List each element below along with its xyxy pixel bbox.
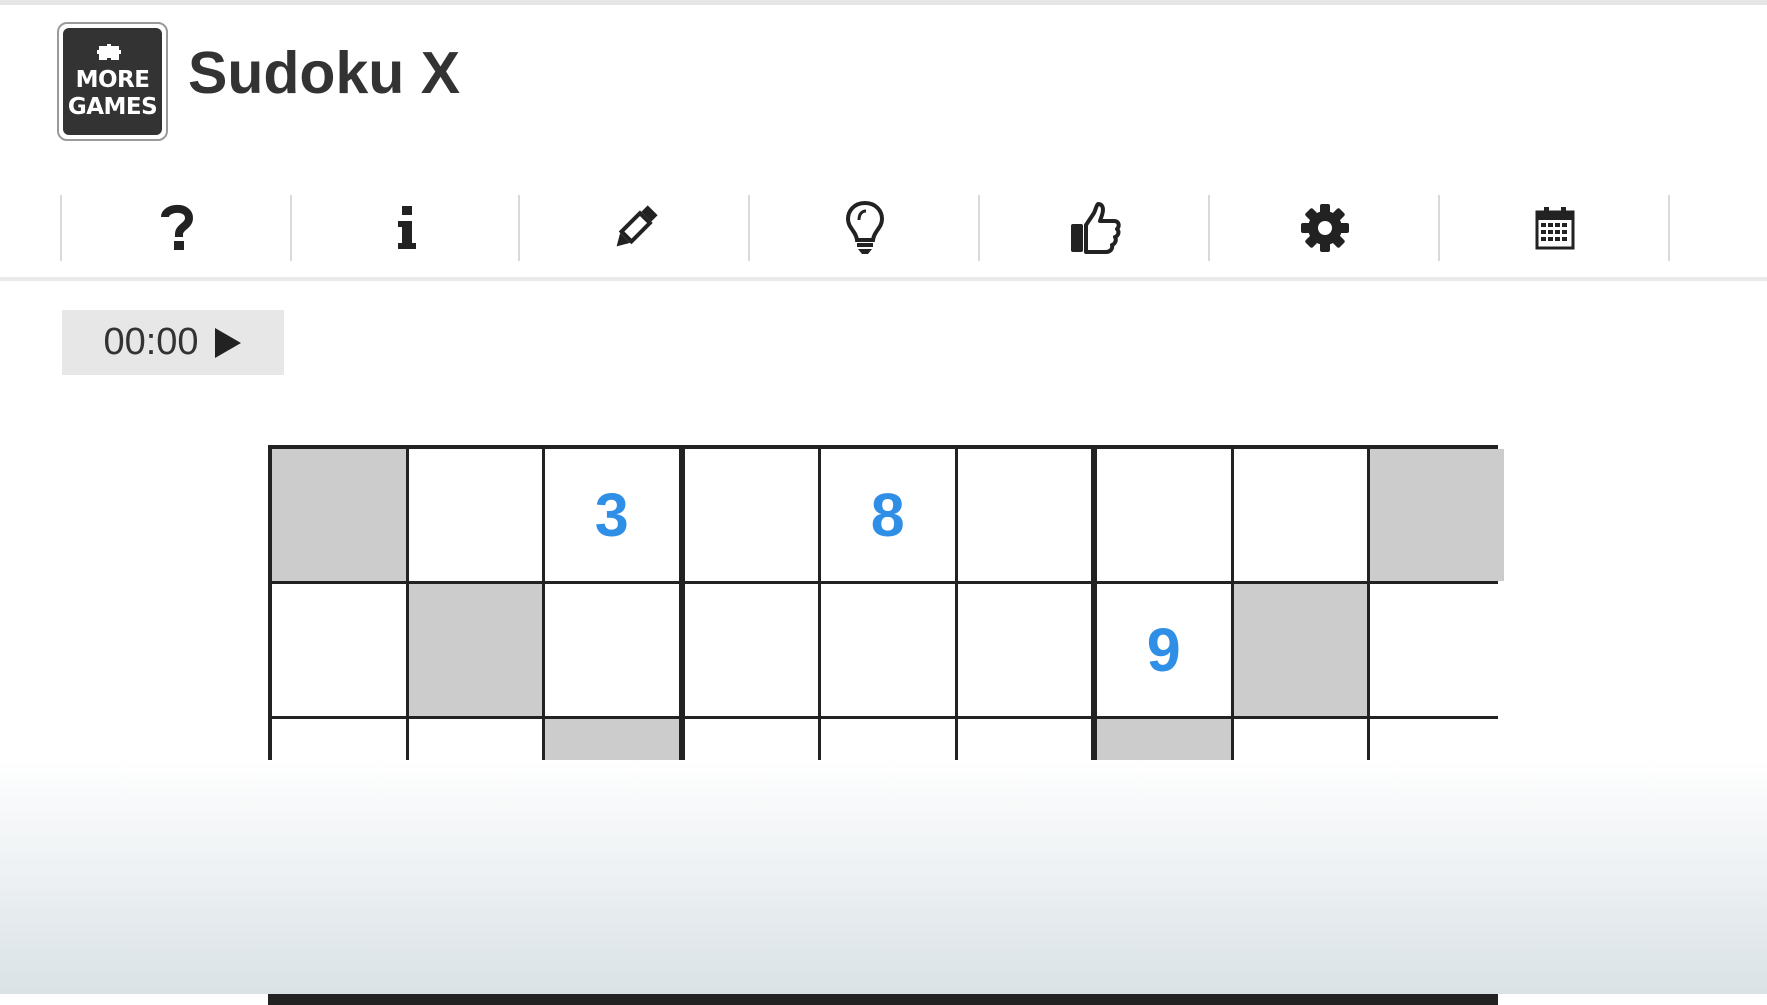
hint-button[interactable] (750, 195, 979, 261)
sudoku-cell[interactable] (1370, 584, 1504, 716)
sudoku-cell[interactable]: 3 (545, 449, 679, 581)
logo-line-1: MORE (75, 67, 150, 93)
sudoku-cell[interactable] (821, 584, 955, 716)
sudoku-cell[interactable] (272, 584, 406, 716)
sudoku-cell[interactable] (408, 857, 542, 989)
sudoku-cell[interactable] (684, 857, 818, 989)
sudoku-cell[interactable] (1233, 449, 1367, 581)
calendar-icon (1535, 207, 1574, 250)
sudoku-cell[interactable] (408, 449, 542, 581)
help-button[interactable] (62, 195, 291, 261)
timer-button[interactable]: 00:00 (62, 310, 284, 375)
play-icon (214, 327, 241, 358)
sudoku-cell[interactable]: 7 (1233, 857, 1367, 989)
sudoku-cell[interactable]: 9 (1097, 584, 1231, 716)
page-title: Sudoku X (188, 40, 461, 106)
sudoku-cell[interactable]: 8 (821, 449, 955, 581)
thumbs-up-icon (1070, 202, 1121, 254)
sudoku-cell[interactable] (957, 584, 1091, 716)
sudoku-cell[interactable]: 2 (821, 719, 955, 851)
sudoku-cell[interactable]: 4 (545, 719, 679, 851)
sudoku-cell[interactable] (545, 584, 679, 716)
notes-button[interactable] (520, 195, 749, 261)
sudoku-cell[interactable] (684, 584, 818, 716)
sudoku-cell[interactable] (684, 719, 818, 851)
toolbar-bottom-border (0, 277, 1767, 281)
sudoku-cell[interactable] (1097, 449, 1231, 581)
settings-button[interactable] (1210, 195, 1439, 261)
sudoku-cell[interactable] (1233, 719, 1367, 851)
sudoku-cell[interactable] (957, 857, 1091, 989)
pencil-icon (616, 205, 658, 247)
sudoku-cell[interactable] (408, 584, 542, 716)
logo-line-2: GAMES (67, 94, 158, 120)
sudoku-cell[interactable] (545, 857, 679, 989)
sudoku-cell[interactable] (272, 449, 406, 581)
sudoku-cell[interactable] (684, 449, 818, 581)
info-button[interactable] (292, 195, 521, 261)
sudoku-cell[interactable] (272, 719, 406, 851)
calendar-button[interactable] (1440, 195, 1669, 261)
sudoku-cell[interactable]: 8 (1370, 719, 1504, 851)
sudoku-cell[interactable]: 5 (1097, 719, 1231, 851)
sudoku-cell[interactable] (272, 857, 406, 989)
sudoku-cell[interactable]: 5 (1370, 857, 1504, 989)
puzzle-piece-icon (96, 44, 121, 60)
more-games-logo: MORE GAMES (63, 28, 162, 135)
sudoku-cell[interactable] (1233, 584, 1367, 716)
sudoku-cell[interactable] (957, 449, 1091, 581)
gear-icon (1300, 204, 1349, 252)
toolbar-divider (1668, 195, 1670, 261)
toolbar (0, 195, 1767, 280)
sudoku-cell[interactable] (1370, 449, 1504, 581)
sudoku-cell[interactable]: 9 (408, 719, 542, 851)
sudoku-cell[interactable]: 6 (957, 719, 1091, 851)
question-icon (160, 204, 193, 250)
top-border (0, 0, 1767, 5)
lightbulb-icon (845, 200, 884, 254)
sudoku-board: 38994265875 (268, 445, 1504, 1005)
sudoku-cell[interactable] (821, 857, 955, 989)
like-button[interactable] (980, 195, 1209, 261)
more-games-button[interactable]: MORE GAMES (57, 22, 168, 141)
sudoku-cell[interactable] (1097, 857, 1231, 989)
info-icon (397, 206, 416, 249)
timer-display: 00:00 (103, 321, 199, 363)
